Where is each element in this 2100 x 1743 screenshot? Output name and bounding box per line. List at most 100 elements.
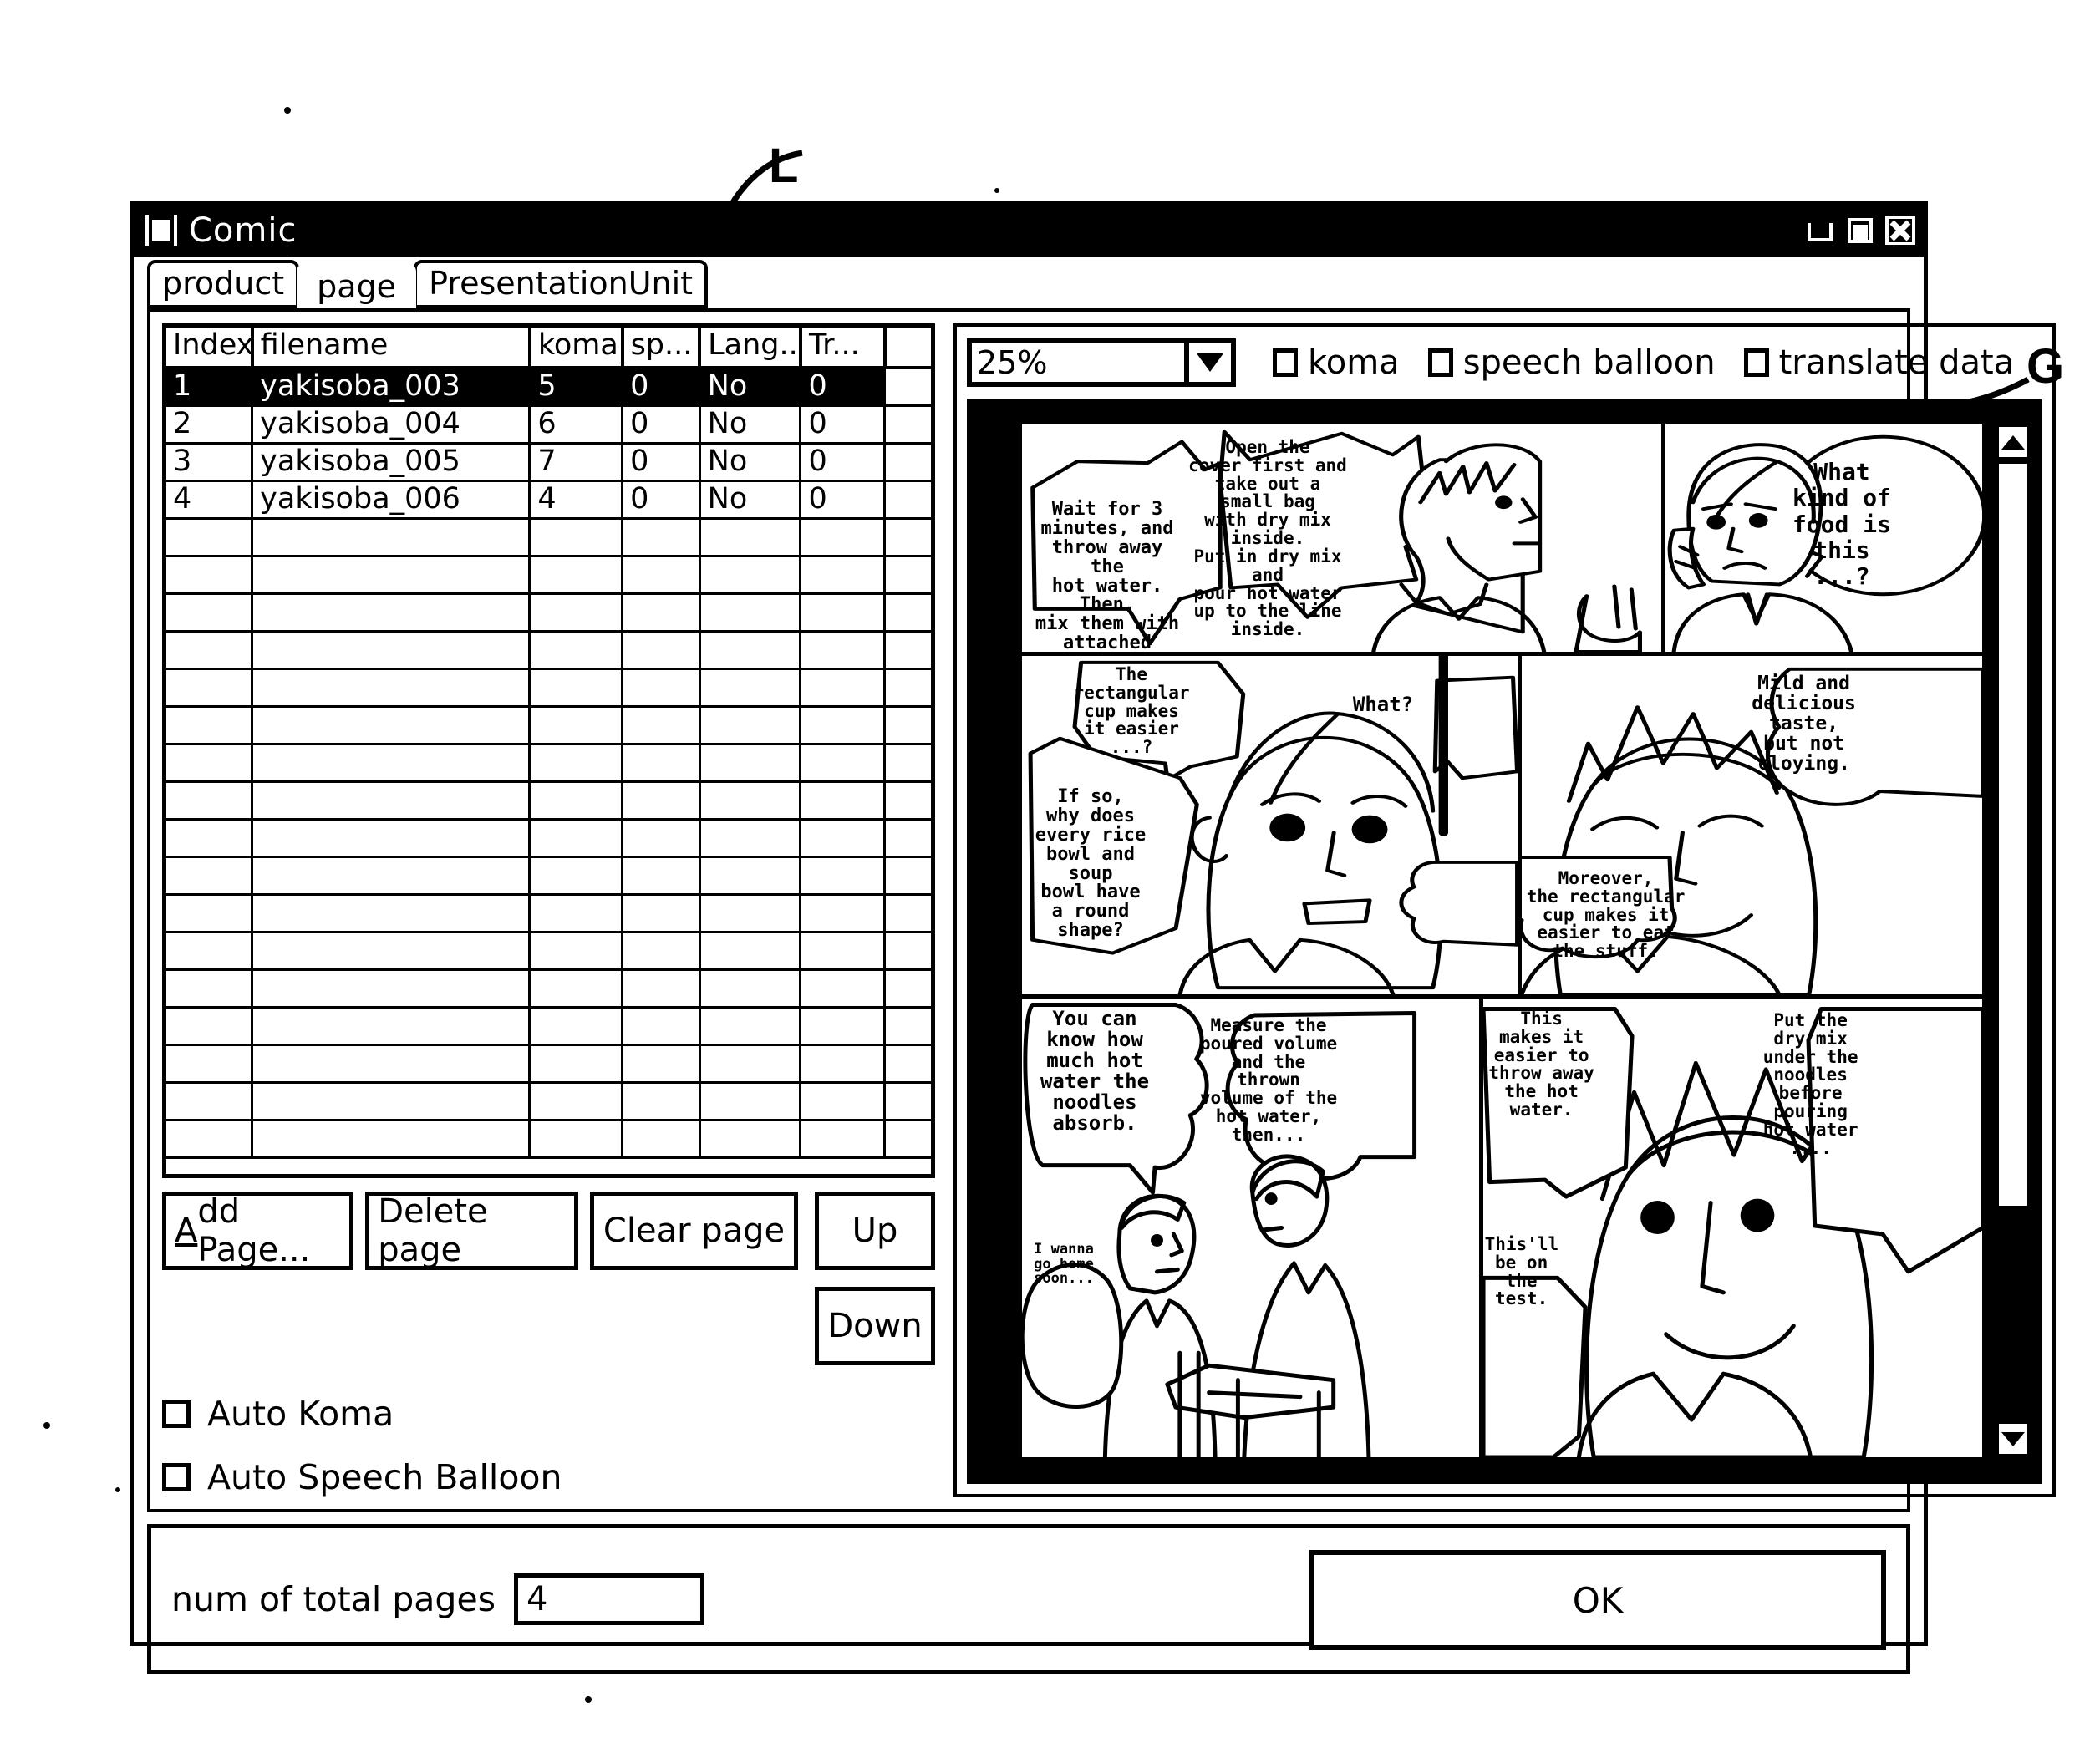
table-row[interactable] bbox=[166, 593, 931, 633]
table-row[interactable] bbox=[166, 706, 931, 745]
cell-empty bbox=[884, 556, 931, 595]
overlay-speech-balloon-row[interactable]: speech balloon bbox=[1427, 343, 1716, 382]
cell-koma: 6 bbox=[529, 405, 624, 445]
overlay-speech-balloon-checkbox[interactable] bbox=[1427, 348, 1453, 377]
cell-empty bbox=[800, 631, 887, 670]
auto-koma-checkbox[interactable] bbox=[162, 1400, 191, 1428]
table-row[interactable] bbox=[166, 781, 931, 821]
cell-empty bbox=[699, 969, 802, 1009]
column-header-filename[interactable]: filename bbox=[252, 328, 531, 369]
zoom-level-select[interactable]: 25% bbox=[967, 338, 1236, 387]
table-row[interactable] bbox=[166, 856, 931, 896]
cell-empty bbox=[800, 894, 887, 933]
scroll-down-arrow-icon[interactable] bbox=[1996, 1420, 2031, 1457]
koma-5[interactable]: You can know how much hot water the nood… bbox=[1022, 999, 1483, 1457]
table-row[interactable] bbox=[166, 518, 931, 557]
cell-index: 2 bbox=[166, 405, 254, 445]
cell-empty bbox=[166, 631, 254, 670]
koma-4[interactable]: Mild and delicious taste, but not cloyin… bbox=[1521, 656, 1983, 994]
auto-speech-balloon-row[interactable]: Auto Speech Balloon bbox=[162, 1457, 935, 1497]
table-row[interactable] bbox=[166, 932, 931, 971]
tab-presentation-unit[interactable]: PresentationUnit bbox=[414, 260, 709, 308]
clear-page-button[interactable]: Clear page bbox=[590, 1192, 799, 1270]
move-up-button[interactable]: Up bbox=[815, 1192, 936, 1270]
maximize-icon[interactable] bbox=[1845, 216, 1875, 245]
zoom-level-value: 25% bbox=[977, 344, 1048, 381]
table-row[interactable] bbox=[166, 1082, 931, 1121]
cell-empty bbox=[800, 668, 887, 708]
chevron-down-icon[interactable] bbox=[1184, 343, 1231, 382]
table-row[interactable] bbox=[166, 1007, 931, 1046]
column-header-index[interactable]: Index bbox=[166, 328, 254, 369]
koma-5-balloon-1: You can know how much hot water the nood… bbox=[1040, 1007, 1150, 1135]
koma-2[interactable]: What kind of food is this ...? bbox=[1665, 424, 1983, 652]
cell-empty bbox=[166, 706, 254, 745]
table-row[interactable] bbox=[166, 894, 931, 933]
add-page-button[interactable]: Add Page... bbox=[162, 1192, 354, 1270]
table-row[interactable]: 1 yakisoba_003 5 0 No 0 bbox=[166, 368, 931, 407]
table-row[interactable] bbox=[166, 744, 931, 783]
cell-empty bbox=[884, 1120, 931, 1159]
column-header-tr[interactable]: Tr... bbox=[800, 328, 887, 369]
application-icon[interactable] bbox=[145, 215, 177, 246]
cell-empty bbox=[622, 631, 701, 670]
column-header-sp[interactable]: sp... bbox=[622, 328, 702, 369]
delete-page-button[interactable]: Delete page bbox=[365, 1192, 579, 1270]
overlay-koma-row[interactable]: koma bbox=[1273, 343, 1400, 382]
comic-preview-area[interactable]: Wait for 3 minutes, and throw away the h… bbox=[967, 399, 2043, 1484]
comic-row: You can know how much hot water the nood… bbox=[1022, 999, 1983, 1457]
table-row[interactable] bbox=[166, 819, 931, 858]
ok-button[interactable]: OK bbox=[1309, 1550, 1886, 1650]
cell-empty bbox=[800, 856, 887, 896]
column-header-pad bbox=[884, 328, 931, 369]
column-header-koma[interactable]: koma bbox=[529, 328, 624, 369]
cell-empty bbox=[252, 1120, 531, 1159]
table-row[interactable] bbox=[166, 1120, 931, 1159]
cell-koma: 5 bbox=[529, 368, 624, 407]
cell-empty bbox=[529, 781, 624, 821]
cell-tr: 0 bbox=[800, 405, 887, 445]
table-row[interactable] bbox=[166, 668, 931, 708]
preview-vertical-scrollbar[interactable] bbox=[1992, 420, 2035, 1461]
minimize-icon[interactable] bbox=[1805, 216, 1835, 245]
table-row[interactable]: 3 yakisoba_005 7 0 No 0 bbox=[166, 443, 931, 482]
auto-speech-balloon-checkbox[interactable] bbox=[162, 1463, 191, 1491]
comic-page[interactable]: Wait for 3 minutes, and throw away the h… bbox=[1019, 420, 1986, 1461]
overlay-koma-checkbox[interactable] bbox=[1273, 348, 1298, 377]
cell-empty bbox=[529, 856, 624, 896]
move-down-button[interactable]: Down bbox=[815, 1287, 936, 1365]
cell-empty bbox=[252, 894, 531, 933]
koma-6[interactable]: This makes it easier to throw away the h… bbox=[1482, 999, 1983, 1457]
table-row[interactable]: 2 yakisoba_004 6 0 No 0 bbox=[166, 405, 931, 445]
tab-page[interactable]: page bbox=[297, 263, 417, 308]
scroll-track[interactable] bbox=[1996, 460, 2031, 1420]
total-pages-input[interactable]: 4 bbox=[514, 1573, 705, 1625]
table-row[interactable] bbox=[166, 1044, 931, 1084]
koma-1[interactable]: Wait for 3 minutes, and throw away the h… bbox=[1022, 424, 1665, 652]
cell-empty bbox=[622, 856, 701, 896]
page-grid[interactable]: Index filename koma sp... Lang... Tr... … bbox=[162, 323, 935, 1178]
table-row[interactable] bbox=[166, 969, 931, 1009]
table-row[interactable] bbox=[166, 556, 931, 595]
close-icon[interactable] bbox=[1885, 216, 1915, 245]
koma-1-balloon-1: Wait for 3 minutes, and throw away the h… bbox=[1035, 499, 1180, 652]
table-row[interactable] bbox=[166, 631, 931, 670]
cell-empty bbox=[699, 668, 802, 708]
overlay-translate-data-label: translate data bbox=[1778, 343, 2015, 382]
cell-empty bbox=[252, 856, 531, 896]
scroll-up-arrow-icon[interactable] bbox=[1996, 424, 2031, 460]
page-action-buttons: Add Page... Delete page Clear page Up Do… bbox=[162, 1192, 936, 1365]
koma-3[interactable]: The rectangular cup makes it easier ...?… bbox=[1022, 656, 1522, 994]
cell-sp: 0 bbox=[622, 368, 701, 407]
cell-empty bbox=[884, 706, 931, 745]
overlay-translate-data-row[interactable]: translate data bbox=[1743, 343, 2015, 382]
overlay-translate-data-checkbox[interactable] bbox=[1743, 348, 1769, 377]
scan-speck bbox=[994, 188, 999, 193]
scroll-thumb[interactable] bbox=[1996, 460, 2031, 1210]
column-header-lang[interactable]: Lang... bbox=[699, 328, 802, 369]
table-row[interactable]: 4 yakisoba_006 4 0 No 0 bbox=[166, 480, 931, 520]
cell-empty bbox=[699, 706, 802, 745]
tab-product[interactable]: product bbox=[147, 260, 300, 308]
cell-empty bbox=[699, 1044, 802, 1084]
auto-koma-row[interactable]: Auto Koma bbox=[162, 1394, 935, 1434]
